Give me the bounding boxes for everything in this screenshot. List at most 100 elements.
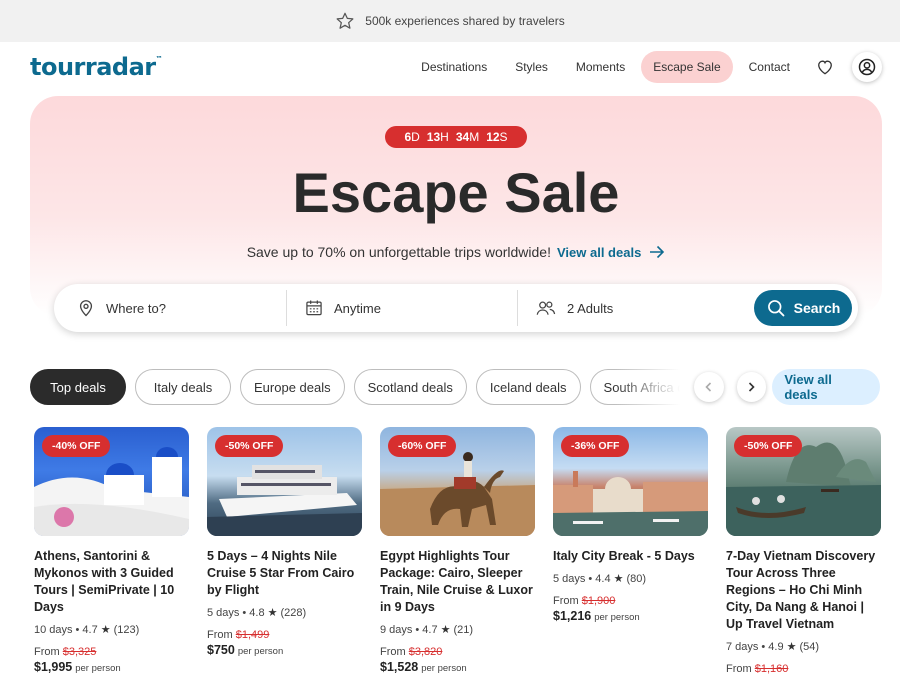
- tour-title[interactable]: Athens, Santorini & Mykonos with 3 Guide…: [34, 548, 189, 616]
- tour-rating: 4.9: [768, 640, 784, 653]
- sale-price: $1,528 per person: [380, 660, 467, 674]
- view-all-deals-label: View all deals: [556, 244, 642, 260]
- countdown-days: 6D: [404, 130, 420, 144]
- tour-title[interactable]: Egypt Highlights Tour Package: Cairo, Sl…: [380, 548, 535, 616]
- logo[interactable]: tourradar™: [30, 53, 163, 81]
- discount-badge: -60% OFF: [388, 435, 457, 457]
- nav-styles[interactable]: Styles: [503, 51, 560, 83]
- search-icon: [767, 300, 785, 317]
- chip-italy-deals[interactable]: Italy deals: [135, 369, 231, 405]
- tour-duration: 5 days: [553, 572, 586, 585]
- chips-next-button[interactable]: [736, 372, 767, 402]
- chip-top-deals[interactable]: Top deals: [30, 369, 126, 405]
- tour-meta: 5 days • 4.8 ★ (228): [207, 606, 307, 620]
- deal-category-chips: Top deals Italy deals Europe deals Scotl…: [30, 369, 880, 405]
- chevron-right-icon: [749, 382, 756, 392]
- tour-title[interactable]: Italy City Break - 5 Days: [553, 548, 708, 565]
- tour-review-count: (21): [453, 623, 474, 636]
- account-button[interactable]: [852, 52, 882, 82]
- travelers-value: 2 Adults: [567, 300, 614, 316]
- tour-meta: 9 days • 4.7 ★ (21): [380, 623, 474, 637]
- chip-europe-deals[interactable]: Europe deals: [240, 369, 345, 405]
- tour-photo: -60% OFF: [380, 427, 535, 536]
- tour-duration: 5 days: [207, 606, 240, 619]
- sale-countdown: 6D 13H 34M 12S: [385, 126, 527, 148]
- arrow-right-icon: [650, 245, 665, 259]
- nav-moments[interactable]: Moments: [564, 51, 637, 83]
- date-field[interactable]: Anytime: [287, 290, 518, 326]
- star-outline-icon: [336, 12, 354, 29]
- star-icon: ★: [786, 641, 797, 653]
- nav-links: Destinations Styles Moments Escape Sale …: [409, 51, 882, 83]
- countdown-seconds: 12S: [486, 130, 508, 144]
- deal-card[interactable]: -50% OFF 7-Day Vietnam Discovery Tour Ac…: [726, 427, 881, 675]
- price-from: From $3,820: [380, 646, 443, 658]
- location-pin-icon: [79, 300, 93, 317]
- discount-badge: -36% OFF: [561, 435, 630, 457]
- tour-rating: 4.7: [82, 623, 98, 636]
- view-all-deals-link[interactable]: View all deals: [557, 245, 665, 260]
- tour-duration: 9 days: [380, 623, 413, 636]
- tour-title[interactable]: 7-Day Vietnam Discovery Tour Across Thre…: [726, 548, 881, 633]
- deal-card[interactable]: -50% OFF 5 Days – 4 Nights Nile Cruise 5…: [207, 427, 362, 675]
- heart-icon: [818, 60, 832, 75]
- announcement-text: 500k experiences shared by travelers: [365, 14, 565, 28]
- chip-iceland-deals[interactable]: Iceland deals: [475, 369, 581, 405]
- chevron-left-icon: [705, 382, 711, 392]
- original-price: $1,900: [581, 595, 616, 607]
- tour-meta: 5 days • 4.4 ★ (80): [553, 572, 647, 586]
- wishlist-button[interactable]: [810, 52, 840, 82]
- tour-review-count: (80): [626, 572, 647, 585]
- star-icon: ★: [100, 624, 111, 636]
- discount-badge: -40% OFF: [42, 435, 111, 457]
- sale-price: $1,995 per person: [34, 660, 121, 674]
- tour-photo: -40% OFF: [34, 427, 189, 536]
- original-price: $3,325: [62, 646, 97, 658]
- countdown-hours: 13H: [426, 130, 449, 144]
- deal-card[interactable]: -36% OFF Italy City Break - 5 Days 5 day…: [553, 427, 708, 675]
- chips-view-all-button[interactable]: View all deals: [772, 369, 880, 405]
- tour-review-count: (123): [113, 623, 140, 636]
- chips-prev-button[interactable]: [693, 372, 724, 402]
- tour-photo: -50% OFF: [726, 427, 881, 536]
- tour-rating: 4.8: [249, 606, 265, 619]
- travelers-icon: [536, 301, 556, 315]
- price-from: From $1,160: [726, 663, 789, 675]
- price-from: From $1,499: [207, 629, 270, 641]
- chip-south-africa-deals[interactable]: South Africa deals: [589, 369, 680, 405]
- tour-duration: 7 days: [726, 640, 759, 653]
- original-price: $3,820: [408, 646, 443, 658]
- announcement-bar: 500k experiences shared by travelers: [0, 0, 900, 42]
- hero-subtitle: Save up to 70% on unforgettable trips wo…: [246, 244, 551, 260]
- countdown-minutes: 34M: [455, 130, 480, 144]
- price-from: From $1,900: [553, 595, 616, 607]
- nav-contact[interactable]: Contact: [737, 51, 802, 83]
- tour-meta: 7 days • 4.9 ★ (54): [726, 640, 820, 654]
- tour-title[interactable]: 5 Days – 4 Nights Nile Cruise 5 Star Fro…: [207, 548, 362, 599]
- hero-subtitle-row: Save up to 70% on unforgettable trips wo…: [0, 244, 900, 260]
- sale-price: $1,216 per person: [553, 609, 640, 623]
- nav-escape-sale[interactable]: Escape Sale: [641, 51, 733, 83]
- date-value: Anytime: [334, 300, 381, 316]
- main-navigation: tourradar™ Destinations Styles Moments E…: [0, 42, 900, 92]
- nav-destinations[interactable]: Destinations: [409, 51, 499, 83]
- tour-meta: 10 days • 4.7 ★ (123): [34, 623, 140, 637]
- travelers-field[interactable]: 2 Adults: [518, 284, 754, 332]
- destination-field[interactable]: Where to?: [54, 290, 287, 326]
- deal-card[interactable]: -40% OFF Athens, Santorini & Mykonos wit…: [34, 427, 189, 675]
- destination-placeholder: Where to?: [106, 300, 166, 316]
- chip-scotland-deals[interactable]: Scotland deals: [353, 369, 467, 405]
- tour-review-count: (228): [280, 606, 307, 619]
- deal-card[interactable]: -60% OFF Egypt Highlights Tour Package: …: [380, 427, 535, 675]
- logo-text: tourradar: [30, 53, 156, 81]
- user-icon: [858, 58, 876, 76]
- tour-rating: 4.4: [595, 572, 611, 585]
- price-from: From $3,325: [34, 646, 97, 658]
- calendar-icon: [306, 300, 322, 316]
- discount-badge: -50% OFF: [215, 435, 284, 457]
- search-button[interactable]: Search: [754, 290, 852, 326]
- star-icon: ★: [267, 607, 278, 619]
- tour-rating: 4.7: [422, 623, 438, 636]
- original-price: $1,499: [235, 629, 270, 641]
- sale-price: $750 per person: [207, 643, 284, 657]
